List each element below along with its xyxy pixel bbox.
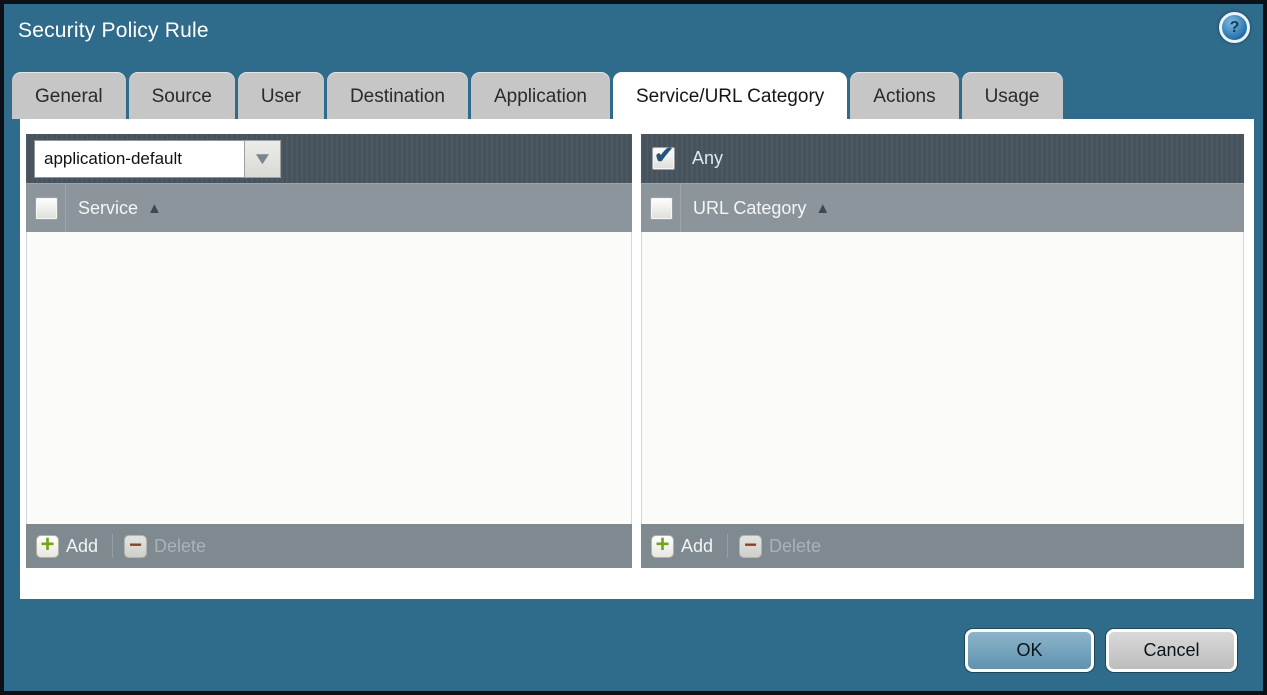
- tab-destination[interactable]: Destination: [327, 72, 468, 119]
- url-category-panel: ✔ Any URL Category ▲ + Add: [641, 134, 1244, 568]
- any-checkbox[interactable]: ✔: [652, 147, 675, 170]
- add-url-category-button[interactable]: + Add: [651, 535, 713, 558]
- toolbar-divider: [727, 534, 728, 558]
- tab-source[interactable]: Source: [129, 72, 235, 119]
- url-category-column-header-row: URL Category ▲: [641, 184, 1244, 232]
- service-column-label: Service: [78, 198, 138, 219]
- service-column-header-row: Service ▲: [26, 184, 632, 232]
- plus-icon: +: [651, 535, 674, 558]
- dropdown-button[interactable]: ▼: [244, 140, 281, 178]
- service-toolbar: + Add − Delete: [26, 524, 632, 568]
- ok-button[interactable]: OK: [965, 629, 1094, 672]
- tab-general[interactable]: General: [12, 72, 126, 119]
- tab-application[interactable]: Application: [471, 72, 610, 119]
- delete-service-button[interactable]: − Delete: [124, 535, 206, 558]
- tab-bar: GeneralSourceUserDestinationApplicationS…: [12, 72, 1063, 119]
- service-mode-value[interactable]: application-default: [34, 140, 244, 178]
- cancel-button[interactable]: Cancel: [1106, 629, 1237, 672]
- select-all-services-checkbox[interactable]: [35, 197, 58, 220]
- add-service-button[interactable]: + Add: [36, 535, 98, 558]
- column-divider: [680, 184, 681, 232]
- security-policy-rule-dialog: Security Policy Rule ? GeneralSourceUser…: [4, 4, 1263, 691]
- select-all-url-categories-checkbox[interactable]: [650, 197, 673, 220]
- service-list: [26, 232, 632, 524]
- tab-usage[interactable]: Usage: [962, 72, 1063, 119]
- service-topbar: application-default ▼: [26, 134, 632, 184]
- service-mode-dropdown[interactable]: application-default ▼: [34, 140, 281, 178]
- service-panel: application-default ▼ Service ▲ +: [26, 134, 632, 568]
- column-divider: [65, 184, 66, 232]
- screen: Security Policy Rule ? GeneralSourceUser…: [0, 0, 1267, 695]
- dialog-title: Security Policy Rule: [18, 19, 209, 43]
- tab-user[interactable]: User: [238, 72, 324, 119]
- checkmark-icon: ✔: [654, 141, 674, 170]
- sort-ascending-icon[interactable]: ▲: [147, 200, 162, 217]
- help-question-glyph: ?: [1230, 19, 1240, 37]
- tab-actions[interactable]: Actions: [850, 72, 958, 119]
- url-category-toolbar: + Add − Delete: [641, 524, 1244, 568]
- delete-url-category-button[interactable]: − Delete: [739, 535, 821, 558]
- chevron-down-icon: ▼: [252, 150, 274, 167]
- url-category-list: [641, 232, 1244, 524]
- any-label: Any: [692, 148, 723, 169]
- url-category-column-label: URL Category: [693, 198, 806, 219]
- url-category-topbar: ✔ Any: [641, 134, 1244, 184]
- minus-icon: −: [124, 535, 147, 558]
- dialog-content: application-default ▼ Service ▲ +: [20, 119, 1254, 599]
- help-icon[interactable]: ?: [1219, 12, 1250, 43]
- tab-service-url-category[interactable]: Service/URL Category: [613, 72, 847, 119]
- minus-icon: −: [739, 535, 762, 558]
- plus-icon: +: [36, 535, 59, 558]
- toolbar-divider: [112, 534, 113, 558]
- sort-ascending-icon[interactable]: ▲: [815, 200, 830, 217]
